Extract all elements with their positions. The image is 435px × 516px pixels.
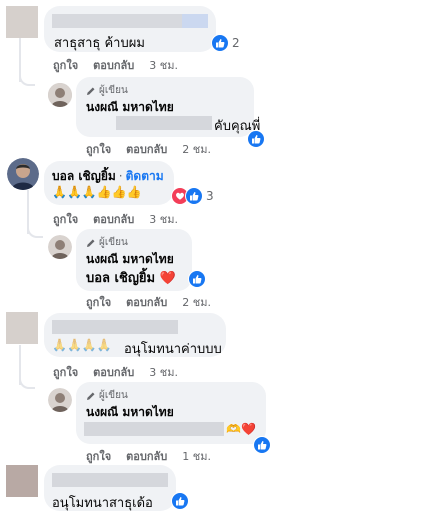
author-badge: ผู้เขียน	[86, 388, 128, 403]
comment-actions: ถูกใจ ตอบกลับ 2 ชม.	[86, 293, 226, 311]
reaction-count: 3	[206, 189, 214, 203]
author-avatar[interactable]	[48, 235, 72, 259]
avatar[interactable]	[7, 158, 39, 190]
commenter-name[interactable]: นงผณี มหาดไทย	[86, 403, 174, 422]
timestamp[interactable]: 2 ชม.	[182, 293, 211, 311]
timestamp[interactable]: 3 ชม.	[149, 363, 178, 381]
comment-bubble: สาธุสาธุ ค้าบผม	[44, 6, 216, 52]
reaction-count: 2	[232, 36, 240, 50]
redacted-name	[52, 473, 168, 487]
reply-button[interactable]: ตอบกลับ	[93, 210, 134, 228]
comment-actions: ถูกใจ ตอบกลับ 3 ชม.	[53, 363, 193, 381]
reply-text: 🫶❤️	[226, 422, 256, 436]
like-button[interactable]: ถูกใจ	[53, 56, 78, 74]
reaction-summary[interactable]: 3	[171, 187, 214, 205]
comment-text: อนุโมทนาสาธุเด้อ	[52, 496, 153, 511]
comment-emoji: 🙏🙏🙏🙏	[52, 338, 112, 352]
comment-bubble: บอล เชิญยิ้ม · ติดตาม 🙏🙏🙏👍👍👍	[44, 161, 174, 205]
comment-bubble: อนุโมทนาสาธุเด้อ	[44, 465, 176, 511]
comment-bubble: 🙏🙏🙏🙏 อนุโมทนาค่าบบบ	[44, 313, 226, 357]
redacted-name	[182, 14, 208, 28]
author-avatar[interactable]	[48, 388, 72, 412]
reply-button[interactable]: ตอบกลับ	[126, 447, 167, 465]
timestamp[interactable]: 1 ชม.	[182, 447, 211, 465]
reply-button[interactable]: ตอบกลับ	[126, 140, 167, 158]
like-button[interactable]: ถูกใจ	[53, 210, 78, 228]
pen-icon	[87, 87, 95, 95]
reaction-summary[interactable]	[253, 436, 271, 454]
reaction-summary[interactable]	[247, 130, 265, 148]
reply-bubble: ผู้เขียน นงผณี มหาดไทย 🫶❤️	[76, 382, 266, 444]
like-reaction-icon	[253, 436, 271, 454]
like-reaction-icon	[188, 270, 206, 288]
comment-text: 🙏🙏🙏👍👍👍	[52, 185, 142, 199]
pen-icon	[87, 392, 95, 400]
author-badge: ผู้เขียน	[86, 235, 128, 250]
comment-actions: ถูกใจ ตอบกลับ 2 ชม.	[86, 140, 226, 158]
reply-button[interactable]: ตอบกลับ	[93, 363, 134, 381]
timestamp[interactable]: 3 ชม.	[149, 56, 178, 74]
avatar[interactable]	[6, 465, 38, 497]
author-badge: ผู้เขียน	[86, 83, 128, 98]
like-button[interactable]: ถูกใจ	[53, 363, 78, 381]
redacted-name	[52, 14, 182, 28]
reply-button[interactable]: ตอบกลับ	[93, 56, 134, 74]
like-button[interactable]: ถูกใจ	[86, 447, 111, 465]
reply-bubble: ผู้เขียน นงผณี มหาดไทย คับคุณพี่	[76, 77, 260, 137]
reply-text: บอล เชิญยิ้ม ❤️	[86, 271, 176, 286]
like-reaction-icon	[247, 130, 265, 148]
reply-button[interactable]: ตอบกลับ	[126, 293, 167, 311]
like-reaction-icon	[171, 492, 189, 510]
comment-actions: ถูกใจ ตอบกลับ 1 ชม.	[86, 447, 226, 465]
timestamp[interactable]: 3 ชม.	[149, 210, 178, 228]
like-reaction-icon	[185, 187, 203, 205]
author-avatar[interactable]	[48, 83, 72, 107]
like-button[interactable]: ถูกใจ	[86, 140, 111, 158]
redacted-mention	[116, 116, 212, 130]
thread-connector	[19, 66, 35, 86]
comment-actions: ถูกใจ ตอบกลับ 3 ชม.	[53, 210, 193, 228]
redacted-name	[52, 320, 178, 334]
reaction-summary[interactable]	[171, 492, 189, 510]
commenter-name[interactable]: นงผณี มหาดไทย	[86, 98, 174, 117]
comment-actions: ถูกใจ ตอบกลับ 3 ชม.	[53, 56, 193, 74]
reply-bubble: ผู้เขียน นงผณี มหาดไทย บอล เชิญยิ้ม ❤️	[76, 229, 192, 291]
like-reaction-icon	[211, 34, 229, 52]
comment-text: อนุโมทนาค่าบบบ	[124, 342, 222, 357]
avatar[interactable]	[6, 312, 38, 344]
commenter-name: บอล เชิญยิ้ม · ติดตาม	[52, 169, 164, 183]
redacted-text	[84, 422, 224, 436]
pen-icon	[87, 239, 95, 247]
thread-connector	[19, 369, 35, 389]
timestamp[interactable]: 2 ชม.	[182, 140, 211, 158]
like-button[interactable]: ถูกใจ	[86, 293, 111, 311]
follow-button[interactable]: ติดตาม	[126, 169, 164, 183]
reaction-summary[interactable]: 2	[211, 34, 240, 52]
thread-connector	[27, 218, 43, 238]
commenter-name-text[interactable]: บอล เชิญยิ้ม	[52, 169, 116, 183]
avatar[interactable]	[6, 6, 38, 38]
reaction-summary[interactable]	[188, 270, 206, 288]
comment-text: สาธุสาธุ ค้าบผม	[54, 36, 145, 51]
